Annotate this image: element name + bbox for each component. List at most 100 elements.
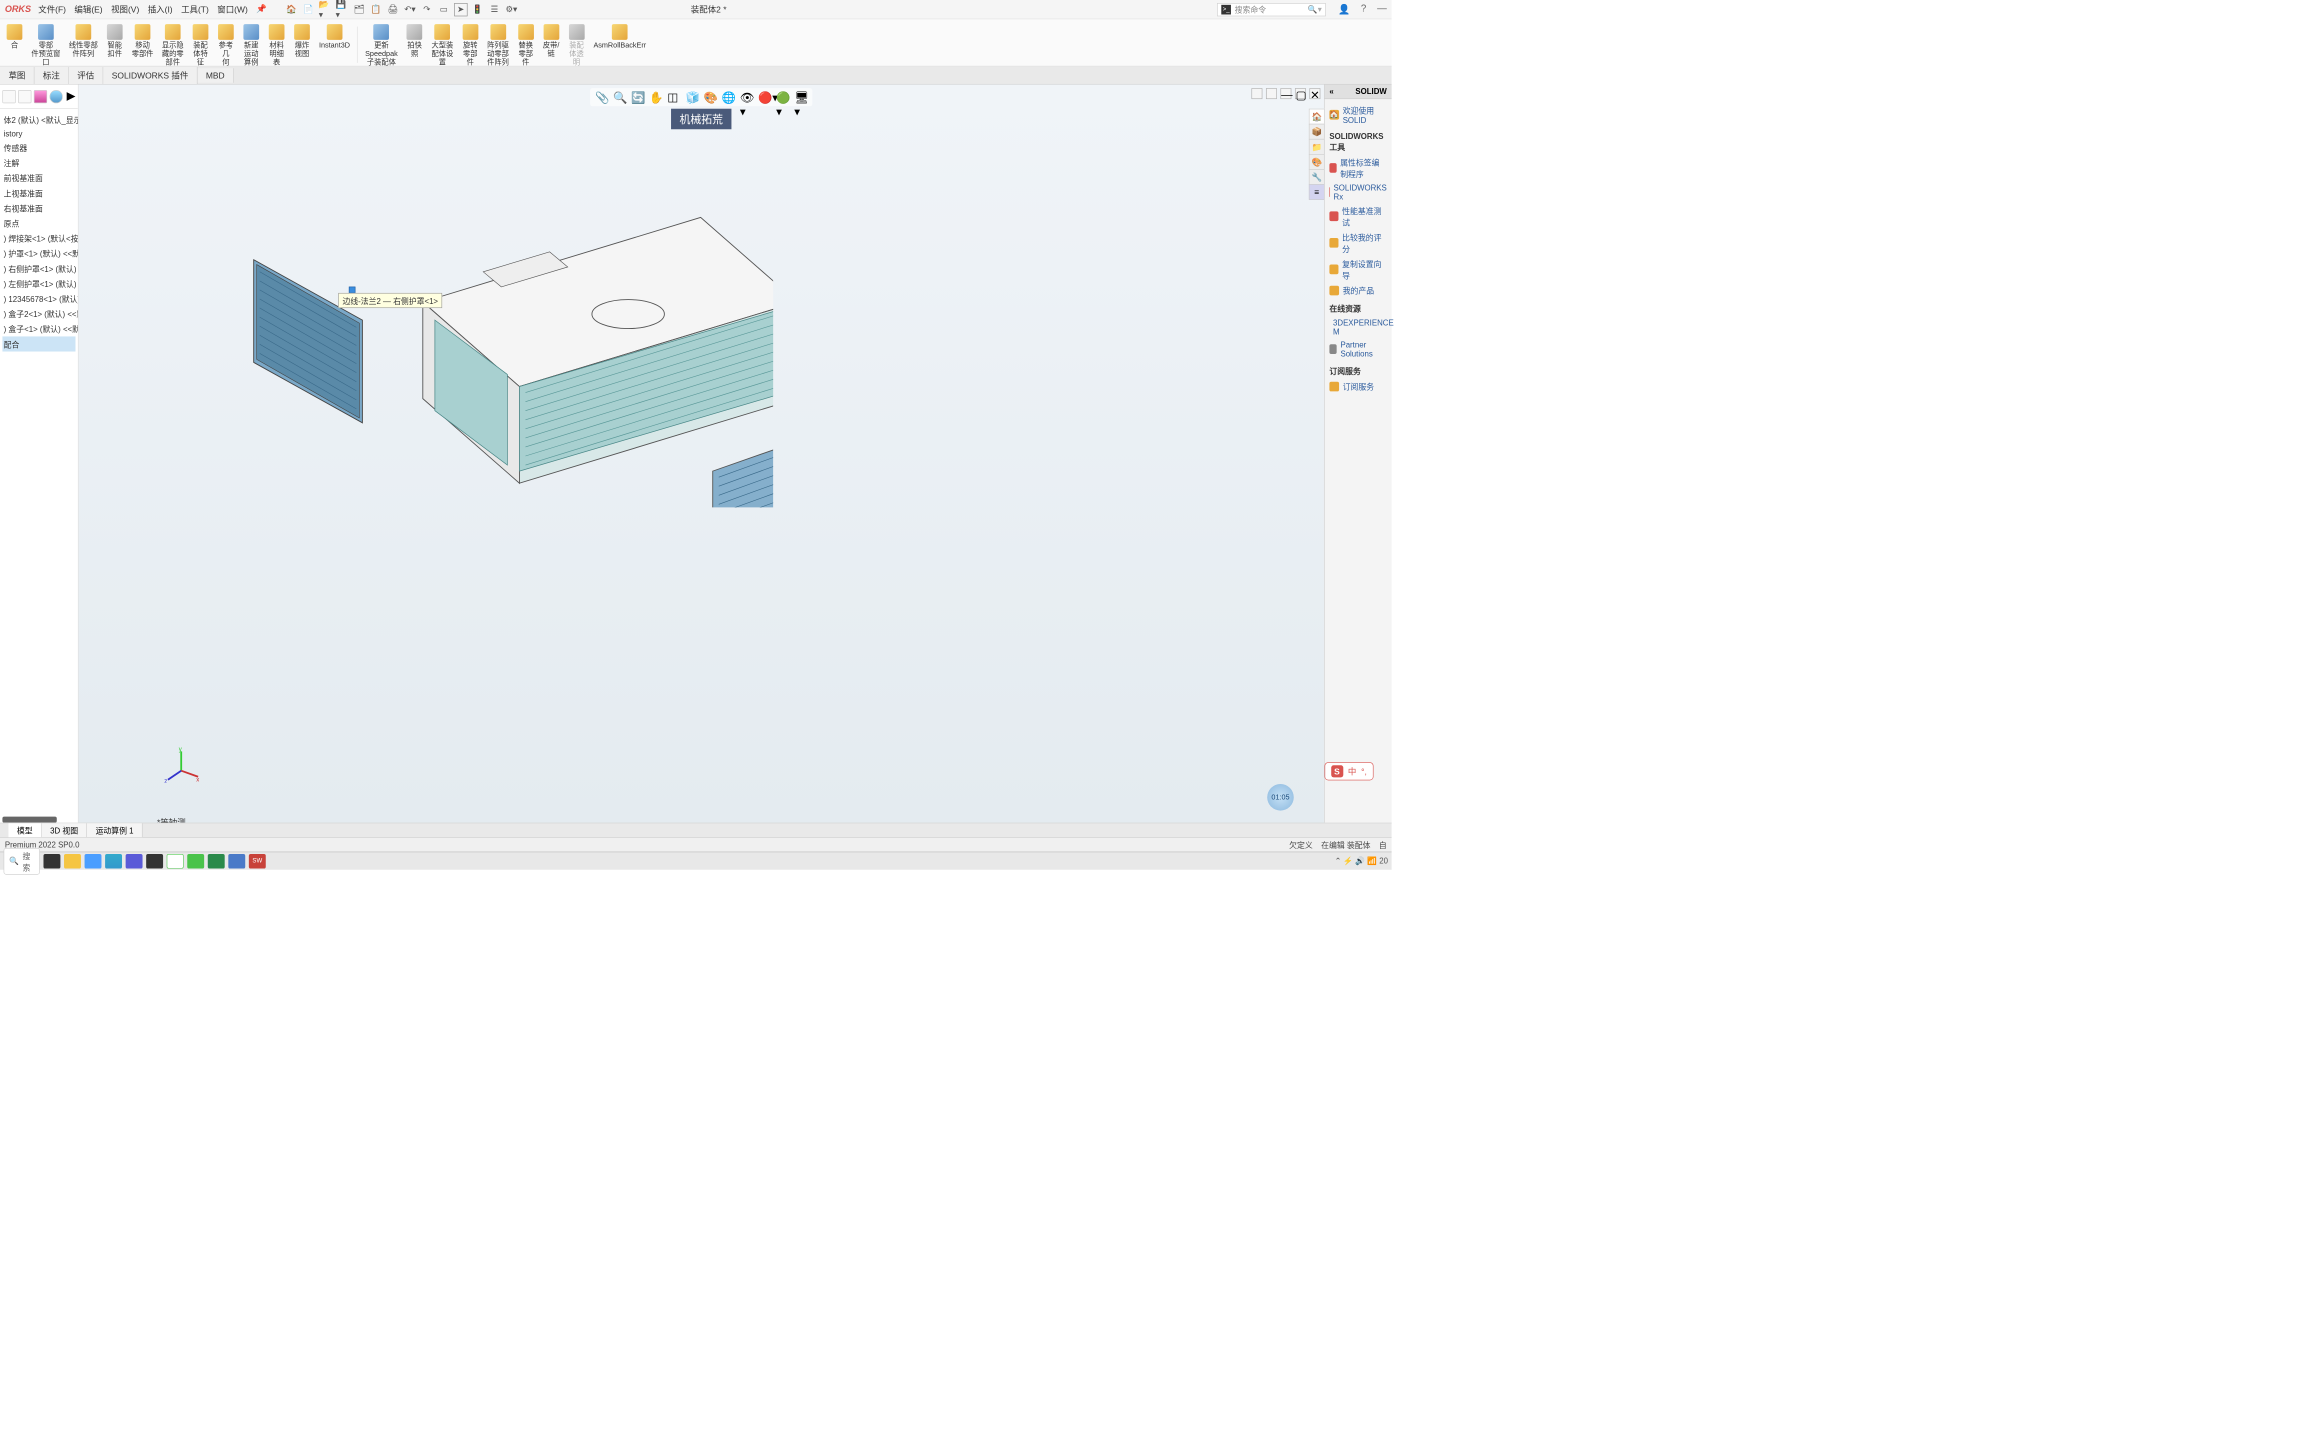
- vp-section-icon[interactable]: ◫: [667, 91, 680, 104]
- feature-tree[interactable]: 体2 (默认) <默认_显示状态 istory 传感器 注解 前视基准面 上视基…: [0, 109, 78, 355]
- tb-excel[interactable]: [208, 854, 225, 868]
- rb-smart-fastener[interactable]: 智能 扣件: [103, 23, 127, 59]
- command-search[interactable]: >_ 搜索命令 🔍▾: [1217, 3, 1326, 16]
- tree-expand-icon[interactable]: ▶: [67, 89, 76, 103]
- rb-rotate[interactable]: 旋转 零部 件: [458, 23, 482, 68]
- rb-belt[interactable]: 皮带/ 链: [539, 23, 563, 59]
- vp-appearance-icon[interactable]: 🟢▾: [776, 91, 789, 104]
- gear-icon[interactable]: ⚙▾: [505, 3, 518, 16]
- copy-icon[interactable]: 📋: [369, 3, 382, 16]
- rp-tab-view[interactable]: 🎨: [1309, 154, 1325, 170]
- minimize-icon[interactable]: —: [1377, 3, 1387, 15]
- rb-bom[interactable]: 材料 明细 表: [265, 23, 289, 68]
- tree-part-weld[interactable]: ) 焊接架<1> (默认<按加: [2, 231, 75, 246]
- tb-files[interactable]: [85, 854, 102, 868]
- rp-tab-prop[interactable]: 🔧: [1309, 169, 1325, 185]
- vp-rotate-icon[interactable]: 🔄: [631, 91, 644, 104]
- rb-linear-pattern[interactable]: 线性零部 件阵列: [65, 23, 101, 59]
- undo-icon[interactable]: ↶▾: [403, 3, 416, 16]
- tree-root[interactable]: 体2 (默认) <默认_显示状态: [2, 112, 75, 127]
- tree-part-box2[interactable]: ) 盒子2<1> (默认) <<默': [2, 306, 75, 321]
- tree-filter-icon[interactable]: [2, 90, 15, 103]
- rp-tool-rx[interactable]: SOLIDWORKS Rx: [1329, 181, 1386, 203]
- rp-tab-file[interactable]: 📁: [1309, 139, 1325, 155]
- tree-mates[interactable]: 配合: [2, 336, 75, 351]
- rb-replace[interactable]: 替换 零部 件: [514, 23, 538, 68]
- rp-welcome[interactable]: 🏠欢迎使用 SOLID: [1329, 103, 1386, 127]
- menu-edit[interactable]: 编辑(E): [74, 3, 102, 15]
- vp-view-icon[interactable]: 🧊▾: [686, 91, 699, 104]
- tb-explorer[interactable]: [64, 854, 81, 868]
- print-icon[interactable]: 🖨: [386, 3, 399, 16]
- tb-app4[interactable]: [228, 854, 245, 868]
- rp-tab-forum[interactable]: ≡: [1309, 184, 1325, 200]
- options-icon[interactable]: ☰: [488, 3, 501, 16]
- ime-indicator[interactable]: S 中 °,: [1324, 762, 1373, 780]
- vp-pan-icon[interactable]: ✋: [649, 91, 662, 104]
- vp-max-icon[interactable]: [1266, 88, 1277, 99]
- menu-file[interactable]: 文件(F): [38, 3, 66, 15]
- rb-combine[interactable]: 合: [2, 23, 26, 51]
- rb-ref-geom[interactable]: 参考 几 何: [214, 23, 238, 68]
- btab-model[interactable]: 模型: [8, 823, 41, 837]
- rb-speedpak[interactable]: 更新 Speedpak 子装配体: [361, 23, 401, 68]
- rb-showhide[interactable]: 显示隐 藏的零 部件: [158, 23, 187, 68]
- tree-right-plane[interactable]: 右视基准面: [2, 201, 75, 216]
- tb-app3[interactable]: [167, 854, 184, 868]
- tree-annotations[interactable]: 注解: [2, 155, 75, 170]
- tb-app2[interactable]: [146, 854, 163, 868]
- taskbar-search[interactable]: 🔍搜索: [4, 848, 40, 875]
- tab-annotate[interactable]: 标注: [34, 67, 68, 84]
- tb-app1[interactable]: [126, 854, 143, 868]
- vp-min-icon[interactable]: —: [1280, 88, 1291, 99]
- tree-sensors[interactable]: 传感器: [2, 140, 75, 155]
- rb-large-asm[interactable]: 大型装 配体设 置: [428, 23, 457, 68]
- rb-explode[interactable]: 爆炸 视图: [290, 23, 314, 59]
- rb-motion[interactable]: 新建 运动 算例: [239, 23, 263, 68]
- new-icon[interactable]: 📄: [302, 3, 315, 16]
- tab-evaluate[interactable]: 评估: [69, 67, 103, 84]
- rp-collapse-icon[interactable]: «: [1329, 87, 1333, 96]
- redo-icon[interactable]: ↷: [420, 3, 433, 16]
- tb-taskview[interactable]: [43, 854, 60, 868]
- tb-edge[interactable]: [105, 854, 122, 868]
- vp-render-icon[interactable]: 🔴▾: [758, 91, 771, 104]
- vp-close-icon[interactable]: ✕: [1309, 88, 1320, 99]
- tb-tray[interactable]: ⌃ ⚡ 🔊 📶 20: [1335, 856, 1388, 866]
- vp-zoom-icon[interactable]: 🔍: [613, 91, 626, 104]
- tree-display-icon[interactable]: [18, 90, 31, 103]
- tb-wechat[interactable]: [187, 854, 204, 868]
- help-icon[interactable]: ?: [1361, 3, 1366, 15]
- rp-tool-tagedit[interactable]: 属性标签编制程序: [1329, 155, 1386, 182]
- rb-instant3d[interactable]: Instant3D: [315, 23, 353, 51]
- tree-part-cover[interactable]: ) 护罩<1> (默认) <<默认: [2, 246, 75, 261]
- btab-motion[interactable]: 运动算例 1: [87, 823, 142, 837]
- rp-tab-home[interactable]: 🏠: [1309, 109, 1325, 125]
- tree-history[interactable]: istory: [2, 127, 75, 140]
- pin-icon[interactable]: 📌: [256, 3, 267, 15]
- rb-rollback[interactable]: AsmRollBackErr: [590, 23, 650, 51]
- vp-scene-icon[interactable]: 🌐▾: [722, 91, 735, 104]
- open-icon[interactable]: 📂▾: [319, 3, 332, 16]
- rp-tool-myproducts[interactable]: 我的产品: [1329, 283, 1386, 298]
- rp-3dexp[interactable]: 3DEXPERIENCE M: [1329, 316, 1386, 338]
- tree-part-num[interactable]: ) 12345678<1> (默认): [2, 291, 75, 306]
- btab-3dview[interactable]: 3D 视图: [42, 823, 87, 837]
- tree-scrollbar[interactable]: [2, 817, 56, 823]
- tree-origin[interactable]: 原点: [2, 216, 75, 231]
- vp-attach-icon[interactable]: 📎: [595, 91, 608, 104]
- tab-mbd[interactable]: MBD: [197, 68, 233, 82]
- cursor-icon[interactable]: ➤: [454, 3, 467, 16]
- select-icon[interactable]: ▭: [437, 3, 450, 16]
- save-icon[interactable]: 💾▾: [336, 3, 349, 16]
- tree-part-box[interactable]: ) 盒子<1> (默认) <<默认: [2, 321, 75, 336]
- tree-top-plane[interactable]: 上视基准面: [2, 185, 75, 200]
- tree-part-rightcover[interactable]: ) 右侧护罩<1> (默认) <<: [2, 261, 75, 276]
- tree-appearance-icon[interactable]: [50, 90, 63, 103]
- rp-partner[interactable]: Partner Solutions: [1329, 338, 1386, 360]
- rb-preview[interactable]: 零部 件预览窗 口: [28, 23, 64, 68]
- vp-win-icon[interactable]: ▢: [1295, 88, 1306, 99]
- rp-tool-compare[interactable]: 比较我的评分: [1329, 230, 1386, 257]
- tab-sketch[interactable]: 草图: [0, 67, 34, 84]
- vp-display-icon[interactable]: 🎨▾: [704, 91, 717, 104]
